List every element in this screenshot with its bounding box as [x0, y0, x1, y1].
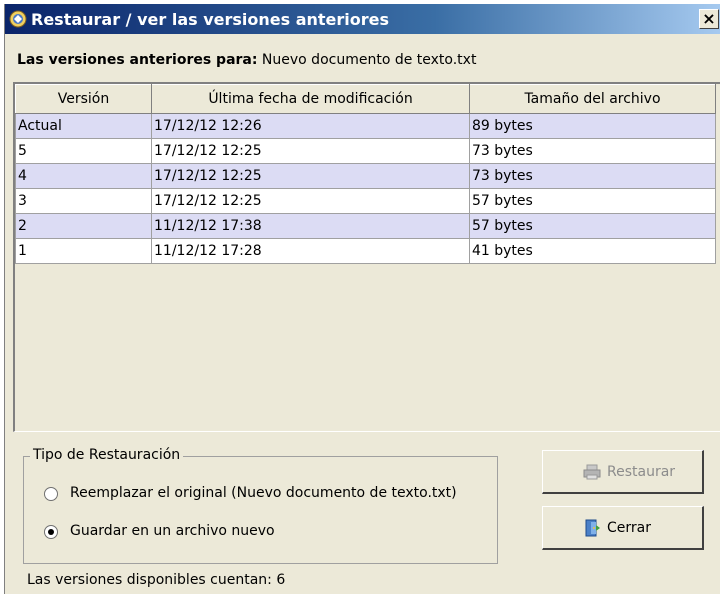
radio-label[interactable]: Guardar en un archivo nuevo — [70, 523, 275, 539]
table-row[interactable]: 2 11/12/12 17:38 57 bytes — [15, 213, 716, 239]
cell-version: Actual — [15, 113, 152, 139]
cell-modified: 17/12/12 12:25 — [151, 138, 470, 164]
cell-modified: 17/12/12 12:26 — [151, 113, 470, 139]
close-button[interactable]: Cerrar — [542, 506, 704, 550]
cell-version: 4 — [15, 163, 152, 189]
close-window-button[interactable]: × — [699, 9, 719, 29]
table-row[interactable]: 5 17/12/12 12:25 73 bytes — [15, 138, 716, 164]
table-header-row: Versión Última fecha de modificación Tam… — [15, 84, 716, 114]
versions-table: Versión Última fecha de modificación Tam… — [13, 82, 720, 432]
column-header-version[interactable]: Versión — [15, 84, 152, 114]
cell-size: 73 bytes — [469, 163, 716, 189]
window-title: Restaurar / ver las versiones anteriores — [31, 10, 390, 29]
radio-button[interactable] — [44, 487, 58, 501]
versions-count: Las versiones disponibles cuentan: 6 — [27, 572, 286, 588]
cell-version: 3 — [15, 188, 152, 214]
cell-size: 41 bytes — [469, 238, 716, 264]
restore-versions-dialog: Restaurar / ver las versiones anteriores… — [4, 4, 720, 594]
restore-button-label: Restaurar — [607, 464, 676, 480]
table-row[interactable]: 1 11/12/12 17:28 41 bytes — [15, 238, 716, 264]
column-header-size[interactable]: Tamaño del archivo — [469, 84, 716, 114]
restore-globe-icon — [9, 10, 27, 28]
column-header-modified[interactable]: Última fecha de modificación — [151, 84, 470, 114]
cell-version: 5 — [15, 138, 152, 164]
radio-label[interactable]: Reemplazar el original (Nuevo documento … — [70, 485, 457, 501]
door-exit-icon — [585, 519, 600, 537]
cell-version: 1 — [15, 238, 152, 264]
table-row[interactable]: Actual 17/12/12 12:26 89 bytes — [15, 113, 716, 139]
file-header: Las versiones anteriores para: Nuevo doc… — [17, 52, 476, 68]
cell-version: 2 — [15, 213, 152, 239]
table-row[interactable]: 3 17/12/12 12:25 57 bytes — [15, 188, 716, 214]
cell-size: 57 bytes — [469, 213, 716, 239]
restore-type-legend: Tipo de Restauración — [30, 447, 184, 463]
restore-button[interactable]: Restaurar — [542, 450, 704, 494]
cell-size: 73 bytes — [469, 138, 716, 164]
printer-icon — [583, 464, 601, 480]
radio-button[interactable] — [44, 525, 58, 539]
file-header-prefix: Las versiones anteriores para: — [17, 52, 258, 68]
cell-modified: 11/12/12 17:28 — [151, 238, 470, 264]
close-button-label: Cerrar — [607, 520, 651, 536]
cell-modified: 17/12/12 12:25 — [151, 163, 470, 189]
cell-size: 57 bytes — [469, 188, 716, 214]
cell-modified: 17/12/12 12:25 — [151, 188, 470, 214]
file-header-filename: Nuevo documento de texto.txt — [261, 52, 477, 68]
cell-size: 89 bytes — [469, 113, 716, 139]
title-bar[interactable]: Restaurar / ver las versiones anteriores… — [5, 4, 720, 34]
restore-type-group: Tipo de Restauración Reemplazar el origi… — [23, 447, 498, 564]
cell-modified: 11/12/12 17:38 — [151, 213, 470, 239]
table-row[interactable]: 4 17/12/12 12:25 73 bytes — [15, 163, 716, 189]
